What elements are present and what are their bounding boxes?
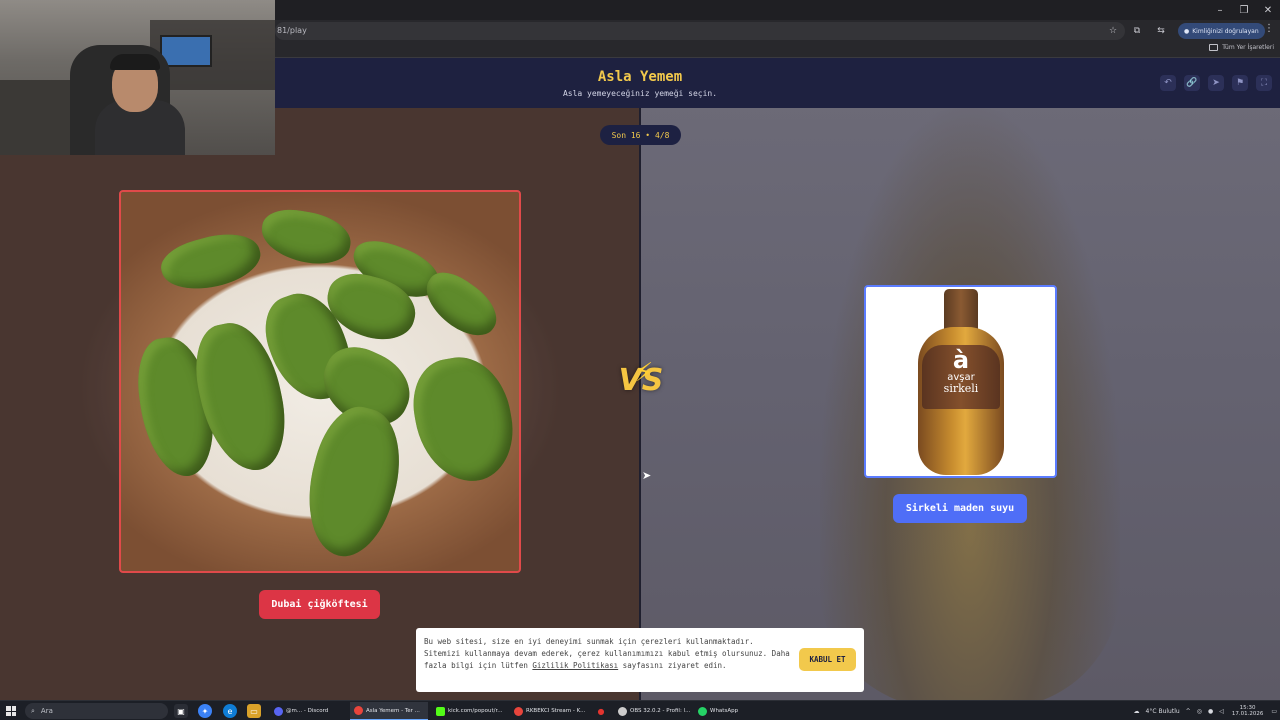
speaker-icon[interactable]: ◁ [1216, 708, 1227, 715]
undo-icon[interactable]: ↶ [1160, 75, 1176, 91]
food-piece [293, 398, 414, 566]
browser-menu-icon[interactable]: ⋮ [1262, 23, 1276, 39]
system-tray: ☁ 4°C Bulutlu ^ ◎ ● ◁ 15:30 17.01.2026 ▭ [1131, 701, 1280, 720]
food-piece [257, 204, 355, 270]
cookie-text: Bu web sitesi, size en iyi deneyimi sunm… [424, 636, 794, 672]
task-view-icon[interactable]: ▣ [174, 704, 188, 718]
copilot-icon[interactable]: ✦ [198, 704, 212, 718]
minimize-button[interactable]: – [1208, 0, 1232, 20]
edge-icon[interactable]: e [223, 704, 237, 718]
start-icon[interactable] [6, 706, 16, 716]
media-icon[interactable]: ⇆ [1152, 23, 1170, 39]
chrome-icon [354, 706, 363, 715]
weather-icon[interactable]: ☁ [1131, 708, 1143, 715]
maximize-button[interactable]: ❐ [1232, 0, 1256, 20]
extensions-icon[interactable]: ⧉ [1128, 23, 1146, 39]
all-bookmarks-button[interactable]: Tüm Yer İşaretleri [1209, 44, 1274, 51]
chrome-icon [514, 706, 523, 716]
search-icon: ⌕ [31, 706, 35, 715]
mouse-cursor-icon: ➤ [642, 469, 652, 482]
streamer-webcam [0, 0, 275, 155]
discord-icon [274, 706, 283, 716]
chevron-up-icon[interactable]: ^ [1183, 708, 1194, 715]
report-flag-icon[interactable]: ⚑ [1232, 75, 1248, 91]
taskbar-search[interactable]: ⌕ Ara [25, 703, 168, 719]
left-choice-image[interactable] [119, 190, 521, 573]
taskbar-app-stream[interactable]: RKBEKCI Stream - K... [510, 702, 586, 720]
file-explorer-icon[interactable]: ▭ [247, 704, 261, 718]
microphone-icon[interactable]: ● [1205, 708, 1216, 715]
window-controls: – ❐ ✕ [1208, 0, 1280, 20]
lightning-icon: ⚡ [635, 358, 654, 388]
close-window-button[interactable]: ✕ [1256, 0, 1280, 20]
accept-cookies-button[interactable]: KABUL ET [799, 648, 856, 671]
bottle-logo-mark: à [952, 346, 970, 374]
webcam-person-cap [110, 54, 160, 70]
right-choice-image[interactable]: à avşar sirkeli [864, 285, 1057, 478]
folder-icon [1209, 44, 1219, 51]
clock[interactable]: 15:30 17.01.2026 [1227, 705, 1269, 717]
url-field[interactable]: 81/play [275, 22, 1125, 40]
weather-text[interactable]: 4°C Bulutlu [1143, 708, 1183, 715]
taskbar-app-label: Asla Yemem - Ter ... [366, 707, 420, 714]
notification-icon[interactable]: ▭ [1268, 708, 1280, 715]
browser-toolbar-icons: ☆ ⧉ ⇆ [1104, 23, 1170, 39]
food-piece [156, 224, 266, 300]
taskbar-app-whatsapp[interactable]: WhatsApp [694, 702, 744, 720]
right-choice-label[interactable]: Sirkeli maden suyu [893, 494, 1027, 523]
taskbar-app-discord[interactable]: @m... - Discord [270, 702, 346, 720]
taskbar-app-obs[interactable]: OBS 32.0.2 - Profil: l... [614, 702, 692, 720]
link-icon[interactable]: 🔗 [1184, 75, 1200, 91]
profile-identity-label: Kimliğinizi doğrulayan [1192, 27, 1259, 35]
taskbar-app-label: OBS 32.0.2 - Profil: l... [630, 708, 691, 714]
profile-identity-button[interactable]: ● Kimliğinizi doğrulayan [1178, 23, 1265, 39]
bottle-label: à avşar sirkeli [922, 345, 1000, 409]
profile-icon: ● [1184, 27, 1190, 35]
taskbar-app-kick[interactable]: kick.com/popout/r... [432, 702, 508, 720]
taskbar-app-label: RKBEKCI Stream - K... [526, 708, 586, 714]
record-icon[interactable]: ● [594, 704, 608, 718]
bottle-variant: sirkeli [943, 382, 979, 395]
game-title: Asla Yemem [597, 69, 683, 85]
cookie-banner: Bu web sitesi, size en iyi deneyimi sunm… [416, 628, 864, 692]
bookmark-star-icon[interactable]: ☆ [1104, 23, 1122, 39]
windows-taskbar: ⌕ Ara ▣ ✦ e ▭ @m... - Discord Asla Yemem… [0, 700, 1280, 720]
vs-divider [639, 108, 641, 700]
privacy-policy-link[interactable]: Gizlilik Politikası [532, 661, 618, 670]
taskbar-app-label: kick.com/popout/r... [448, 708, 503, 714]
taskbar-app-label: @m... - Discord [286, 708, 329, 714]
all-bookmarks-label: Tüm Yer İşaretleri [1222, 44, 1274, 51]
webcam-sofa [0, 80, 70, 155]
cookie-text-end: sayfasını ziyaret edin. [618, 661, 727, 670]
share-icon[interactable]: ➤ [1208, 75, 1224, 91]
game-header: Asla Yemem Asla yemeyeceğiniz yemeği seç… [275, 58, 1280, 108]
taskbar-search-placeholder: Ara [40, 707, 53, 715]
screen: – ❐ ✕ 81/play ☆ ⧉ ⇆ ● Kimliğinizi doğrul… [0, 0, 1280, 720]
food-piece [405, 349, 519, 490]
left-choice-label[interactable]: Dubai çiğköftesi [259, 590, 380, 619]
clock-date: 17.01.2026 [1231, 711, 1264, 717]
network-icon[interactable]: ◎ [1194, 708, 1205, 715]
taskbar-app-label: WhatsApp [710, 708, 739, 714]
webcam-monitor [160, 35, 212, 67]
header-actions: ↶ 🔗 ➤ ⚑ ⛶ [1160, 75, 1272, 91]
taskbar-app-browser[interactable]: Asla Yemem - Ter ... [350, 702, 428, 720]
kick-icon [436, 706, 445, 716]
round-badge: Son 16 • 4/8 [600, 125, 681, 145]
whatsapp-icon [698, 706, 707, 716]
obs-icon [618, 706, 627, 716]
fullscreen-icon[interactable]: ⛶ [1256, 75, 1272, 91]
game-subtitle: Asla yemeyeceğiniz yemeği seçin. [562, 89, 718, 98]
